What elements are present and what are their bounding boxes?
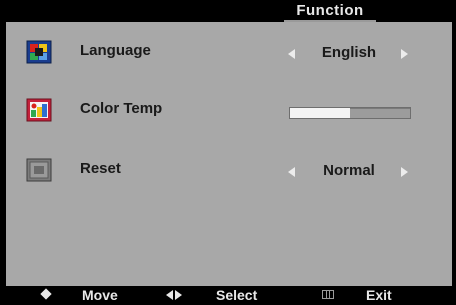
left-arrow-icon[interactable] [288,49,295,59]
reset-label: Reset [80,160,121,177]
menu-title: Function [296,2,364,19]
color-temp-label: Color Temp [80,100,163,117]
exit-hint: Exit [366,287,392,303]
language-icon [26,40,52,64]
right-arrow-icon[interactable] [401,49,408,59]
language-value: English [321,44,377,61]
left-right-icon [166,289,182,301]
right-arrow-icon[interactable] [401,167,408,177]
color-temp-slider[interactable] [289,107,411,119]
language-label: Language [80,42,151,59]
help-bar: Move Select Exit [6,286,452,305]
menu-row-color-temp[interactable]: Color Temp [6,94,452,130]
left-arrow-icon[interactable] [288,167,295,177]
reset-value: Normal [323,162,375,179]
up-down-icon [40,288,52,300]
menu-panel: Language English Color Temp Reset Normal [6,22,452,286]
osd-window: Function Language English Color Temp Res… [0,0,456,305]
language-selector[interactable]: English [286,40,416,66]
title-bar: Function [6,0,452,22]
reset-icon [26,158,52,182]
menu-row-language[interactable]: Language English [6,36,452,72]
menu-row-reset[interactable]: Reset Normal [6,154,452,190]
select-hint: Select [216,287,258,303]
color-temp-slider-fill [290,108,350,118]
move-hint: Move [82,287,118,303]
color-temp-icon [26,98,52,122]
menu-icon [322,290,334,299]
reset-selector[interactable]: Normal [286,158,416,184]
